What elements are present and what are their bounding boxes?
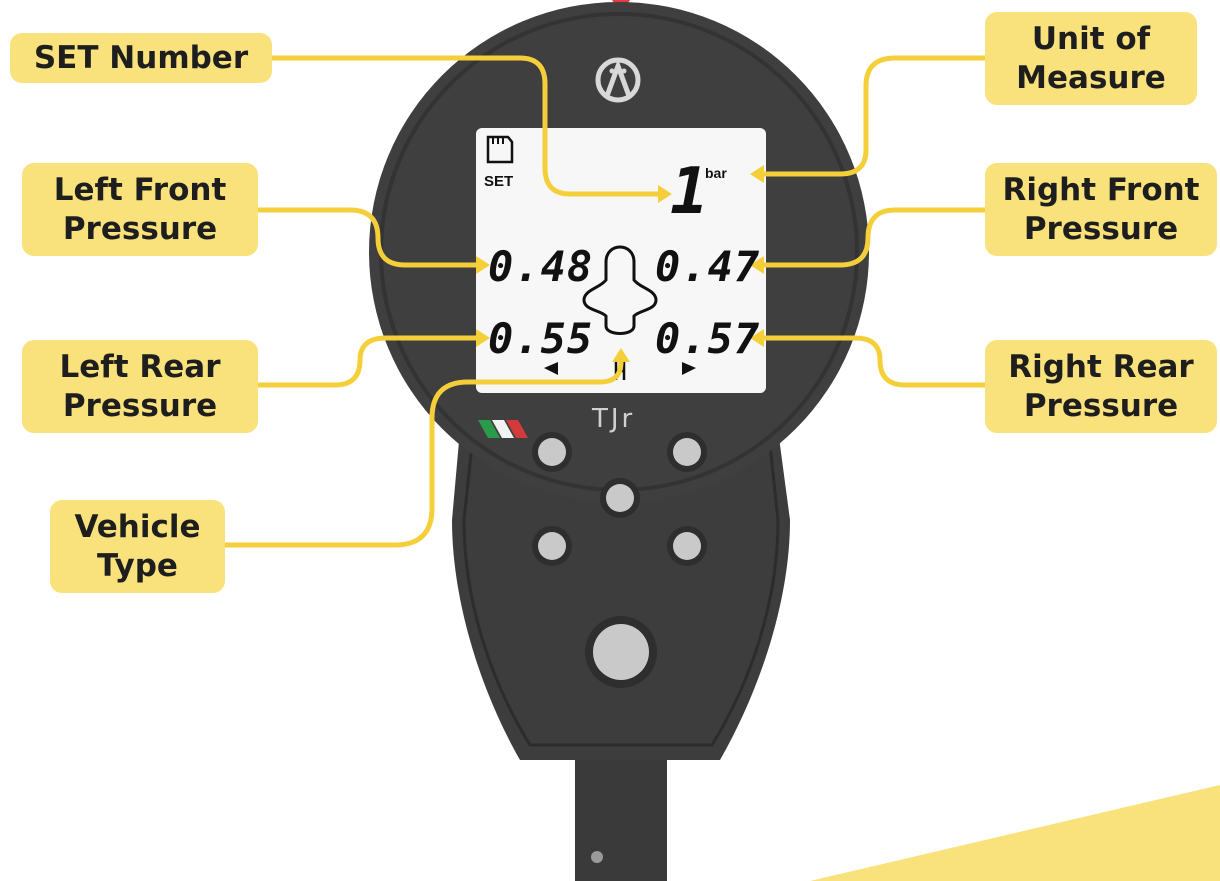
set-caption: SET — [484, 173, 514, 190]
label-left-front-pressure: Left Front Pressure — [22, 163, 258, 256]
model-mark: TJr — [592, 404, 636, 434]
device-illustration — [222, 0, 1220, 881]
label-left-rear-pressure: Left Rear Pressure — [22, 340, 258, 433]
unit-value: bar — [705, 165, 727, 181]
left-rear-value: 0.55 — [488, 314, 594, 363]
label-set-number: SET Number — [10, 33, 272, 83]
right-rear-value: 0.57 — [655, 314, 761, 363]
diagram-stage: SET 1 bar 0.48 0.47 0.55 0.57 TJr SET Nu… — [0, 0, 1220, 881]
corner-accent — [810, 785, 1220, 881]
strap — [575, 740, 667, 881]
left-front-value: 0.48 — [488, 242, 594, 291]
label-vehicle-type: Vehicle Type — [50, 500, 225, 593]
label-right-front-pressure: Right Front Pressure — [985, 163, 1217, 256]
strap-hole — [591, 851, 603, 863]
label-right-rear-pressure: Right Rear Pressure — [985, 340, 1217, 433]
set-number-value: 1 — [670, 155, 710, 229]
label-unit-of-measure: Unit of Measure — [985, 12, 1197, 105]
right-front-value: 0.47 — [655, 242, 761, 291]
